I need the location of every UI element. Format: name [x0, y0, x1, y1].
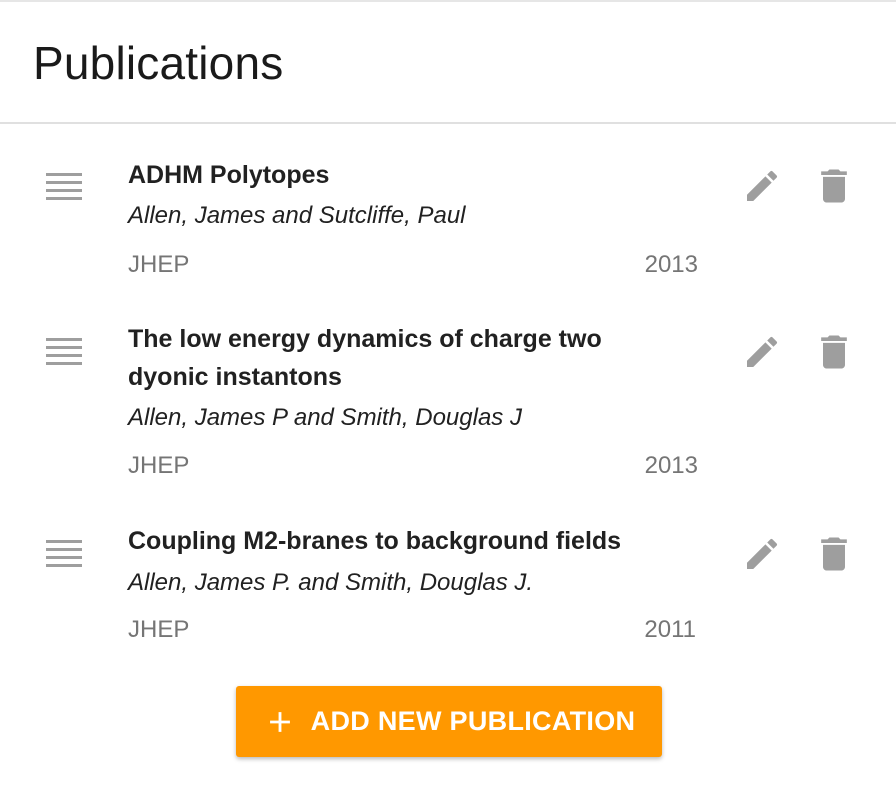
delete-button[interactable]	[812, 532, 856, 576]
edit-button[interactable]	[740, 532, 784, 576]
pencil-icon	[747, 538, 778, 569]
page-title: Publications	[33, 37, 284, 89]
trash-icon	[821, 537, 847, 571]
publication-authors: Allen, James and Sutcliffe, Paul	[128, 202, 466, 229]
publication-year: 2013	[644, 251, 698, 278]
delete-button[interactable]	[812, 164, 856, 208]
drag-handle-icon[interactable]	[46, 540, 82, 570]
drag-handle-icon[interactable]	[46, 338, 82, 368]
publication-journal: JHEP	[128, 251, 190, 278]
publication-item: The low energy dynamics of charge two dy…	[0, 316, 896, 496]
edit-button[interactable]	[740, 164, 784, 208]
publication-journal: JHEP	[128, 616, 190, 643]
add-new-publication-button[interactable]: ADD NEW PUBLICATION	[236, 686, 662, 757]
plus-icon	[269, 711, 290, 732]
publication-year: 2013	[644, 452, 698, 479]
publication-journal: JHEP	[128, 452, 190, 479]
delete-button[interactable]	[812, 330, 856, 374]
trash-icon	[821, 169, 847, 203]
pencil-icon	[747, 170, 778, 201]
publication-authors: Allen, James P. and Smith, Douglas J.	[128, 569, 534, 596]
publication-title: ADHM Polytopes	[128, 161, 330, 189]
trash-icon	[821, 335, 847, 369]
publication-year: 2011	[644, 616, 696, 643]
publication-item: Coupling M2-branes to background fields …	[0, 520, 896, 660]
publication-item: ADHM Polytopes Allen, James and Sutcliff…	[0, 150, 896, 290]
page-header: Publications	[0, 2, 896, 124]
edit-button[interactable]	[740, 330, 784, 374]
publication-authors: Allen, James P and Smith, Douglas J	[128, 404, 522, 431]
publication-title: The low energy dynamics of charge two dy…	[128, 325, 602, 391]
add-new-publication-label: ADD NEW PUBLICATION	[310, 706, 636, 736]
drag-handle-icon[interactable]	[46, 173, 82, 203]
publication-title: Coupling M2-branes to background fields	[128, 527, 622, 555]
pencil-icon	[747, 336, 778, 367]
